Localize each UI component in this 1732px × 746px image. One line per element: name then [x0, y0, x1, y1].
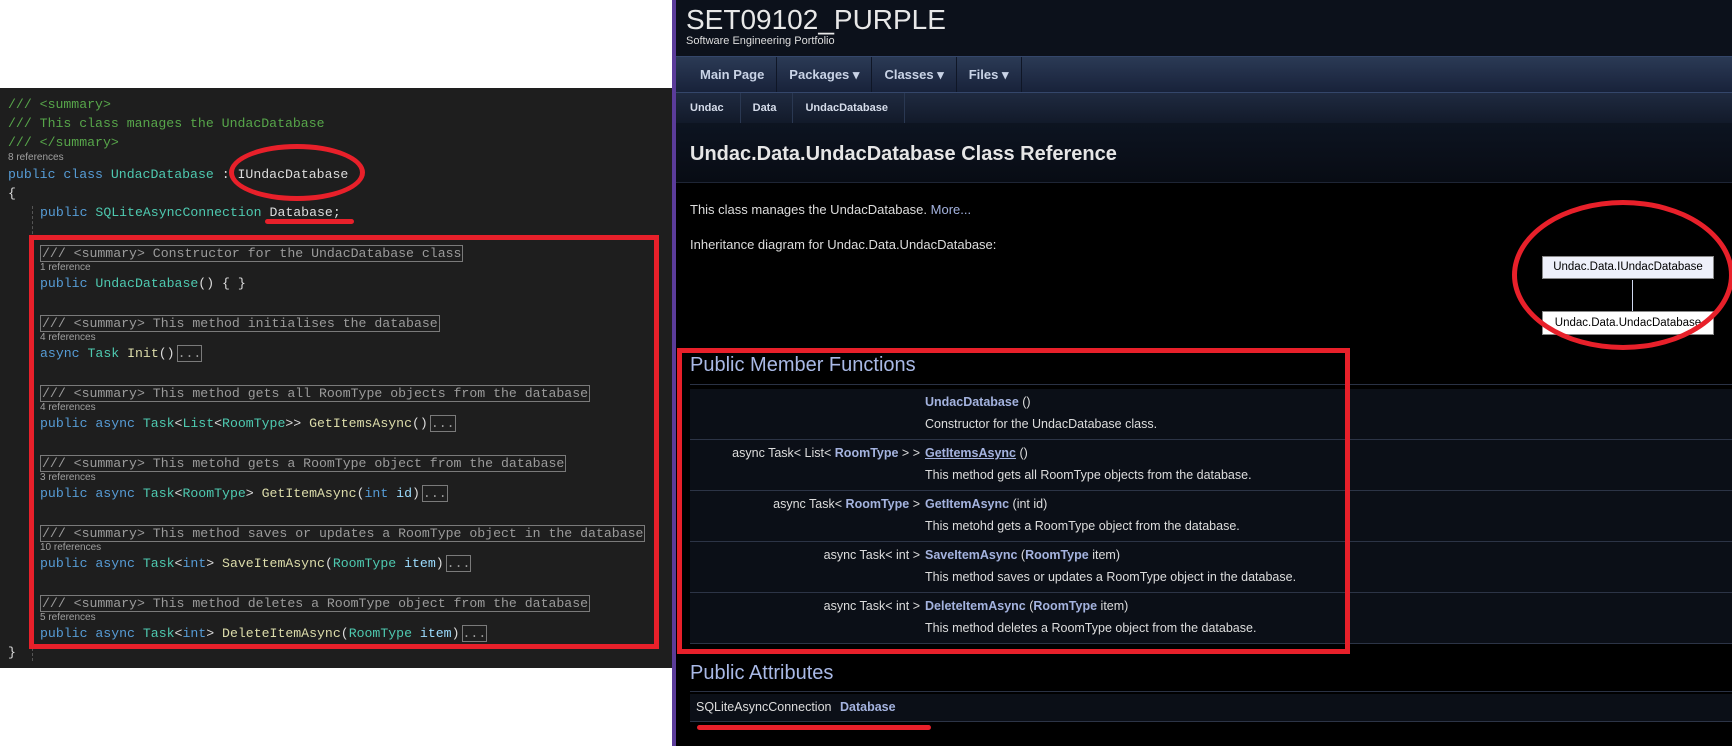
description-text: This class manages the UndacDatabase. [690, 202, 928, 217]
inheritance-label: Inheritance diagram for Undac.Data.Undac… [690, 237, 997, 252]
page-title: Undac.Data.UndacDatabase Class Reference [690, 143, 1117, 165]
doc-comment: /// <summary> [8, 97, 111, 112]
annotation-underline [697, 725, 931, 730]
annotation-ellipse [229, 144, 365, 201]
nav-main-page[interactable]: Main Page [676, 57, 778, 92]
breadcrumb-undac[interactable]: Undac [676, 93, 741, 123]
breadcrumb: Undac Data UndacDatabase [676, 92, 1732, 123]
nav-packages[interactable]: Packages ▾ [777, 57, 873, 92]
attribute-row: SQLiteAsyncConnection Database [690, 694, 1732, 722]
attribute-name-link[interactable]: Database [840, 700, 896, 714]
keyword: public [40, 205, 88, 220]
open-brace: { [8, 186, 16, 201]
breadcrumb-data[interactable]: Data [741, 93, 794, 123]
attribute-type: SQLiteAsyncConnection [696, 700, 832, 714]
doc-comment: /// This class manages the UndacDatabase [8, 116, 325, 131]
main-nav: Main Page Packages ▾ Classes ▾ Files ▾ [676, 56, 1732, 92]
title-area: Undac.Data.UndacDatabase Class Reference [676, 123, 1732, 183]
nav-files[interactable]: Files ▾ [957, 57, 1022, 92]
section-heading-attributes: Public Attributes [690, 662, 834, 684]
class-name: UndacDatabase [110, 167, 214, 182]
doc-comment: /// </summary> [8, 135, 119, 150]
annotation-ellipse [1512, 200, 1732, 350]
codelens-references[interactable]: 8 references [8, 152, 64, 164]
nav-classes[interactable]: Classes ▾ [872, 57, 957, 92]
divider [690, 691, 1732, 692]
annotation-underline [265, 219, 354, 224]
field-name: Database; [269, 205, 341, 220]
annotation-rectangle [29, 235, 659, 649]
close-brace: } [8, 645, 16, 660]
field-type: SQLiteAsyncConnection [95, 205, 262, 220]
project-brief: Software Engineering Portfolio [686, 35, 835, 47]
annotation-rectangle [677, 348, 1350, 654]
project-name: SET09102_PURPLE [686, 4, 946, 35]
header: SET09102_PURPLE Software Engineering Por… [676, 0, 1732, 56]
class-description: This class manages the UndacDatabase. Mo… [690, 202, 971, 217]
breadcrumb-undacdatabase[interactable]: UndacDatabase [793, 93, 906, 123]
keyword: public class [8, 167, 103, 182]
more-link[interactable]: More... [931, 202, 971, 217]
